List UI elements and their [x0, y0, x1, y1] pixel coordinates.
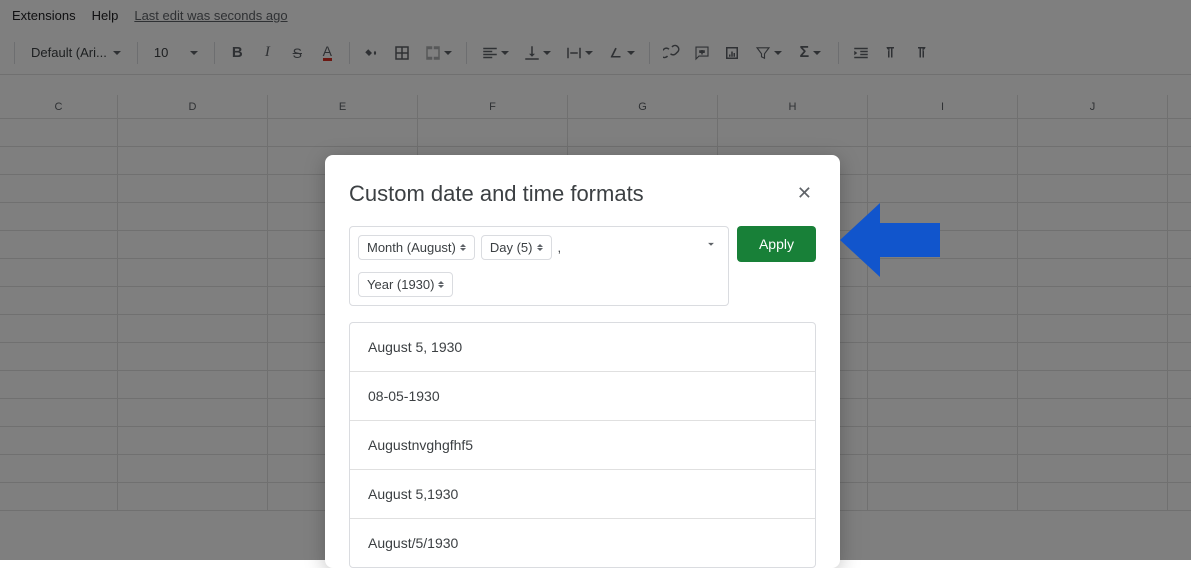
font-family-label: Default (Ari...: [31, 45, 107, 60]
fill-color-button[interactable]: [358, 39, 386, 67]
format-preset-item[interactable]: August 5,1930: [350, 470, 815, 519]
column-header[interactable]: H: [718, 95, 868, 118]
column-header[interactable]: J: [1018, 95, 1168, 118]
year-token[interactable]: Year (1930): [358, 272, 453, 297]
separator: [214, 42, 215, 64]
column-header[interactable]: D: [118, 95, 268, 118]
menu-extensions[interactable]: Extensions: [12, 8, 76, 23]
font-size-select[interactable]: 10: [146, 45, 206, 60]
functions-button[interactable]: Σ: [790, 39, 830, 67]
sort-icon: [537, 244, 543, 251]
apply-button[interactable]: Apply: [737, 226, 816, 262]
day-token[interactable]: Day (5): [481, 235, 552, 260]
text-wrapping-button[interactable]: [559, 39, 599, 67]
chevron-down-icon: [190, 51, 198, 55]
chevron-down-icon: [585, 51, 593, 55]
column-headers: C D E F G H I J: [0, 95, 1191, 119]
separator: [349, 42, 350, 64]
separator: [137, 42, 138, 64]
separator: [466, 42, 467, 64]
year-token-label: Year (1930): [367, 277, 434, 292]
toolbar: Default (Ari... 10 B I S A Σ: [0, 31, 1191, 75]
column-header[interactable]: G: [568, 95, 718, 118]
ltr-button[interactable]: [877, 39, 905, 67]
sort-icon: [460, 244, 466, 251]
literal-comma: ,: [558, 240, 562, 255]
close-icon[interactable]: ✕: [793, 179, 816, 208]
italic-button[interactable]: I: [253, 39, 281, 67]
insert-chart-button[interactable]: [718, 39, 746, 67]
separator: [649, 42, 650, 64]
add-token-dropdown[interactable]: [704, 237, 718, 256]
format-preset-item[interactable]: 08-05-1930: [350, 372, 815, 421]
column-header[interactable]: I: [868, 95, 1018, 118]
vertical-align-button[interactable]: [517, 39, 557, 67]
bold-button[interactable]: B: [223, 39, 251, 67]
separator: [14, 42, 15, 64]
format-preset-item[interactable]: August 5, 1930: [350, 323, 815, 372]
column-header[interactable]: E: [268, 95, 418, 118]
text-rotation-button[interactable]: [601, 39, 641, 67]
menu-help[interactable]: Help: [92, 8, 119, 23]
month-token-label: Month (August): [367, 240, 456, 255]
day-token-label: Day (5): [490, 240, 533, 255]
chevron-down-icon: [543, 51, 551, 55]
format-token-input[interactable]: Month (August) Day (5) , Year (1930): [349, 226, 729, 306]
custom-date-time-dialog: Custom date and time formats ✕ Month (Au…: [325, 155, 840, 568]
month-token[interactable]: Month (August): [358, 235, 475, 260]
column-header[interactable]: F: [418, 95, 568, 118]
annotation-arrow-icon: [835, 185, 945, 300]
decrease-indent-button[interactable]: [847, 39, 875, 67]
horizontal-align-button[interactable]: [475, 39, 515, 67]
separator: [838, 42, 839, 64]
font-family-select[interactable]: Default (Ari...: [23, 45, 129, 60]
chevron-down-icon: [444, 51, 452, 55]
menubar: Extensions Help Last edit was seconds ag…: [0, 0, 1191, 31]
insert-comment-button[interactable]: [688, 39, 716, 67]
chevron-down-icon: [813, 51, 821, 55]
sort-icon: [438, 281, 444, 288]
strikethrough-button[interactable]: S: [283, 39, 311, 67]
text-color-button[interactable]: A: [313, 39, 341, 67]
column-header[interactable]: C: [0, 95, 118, 118]
filter-button[interactable]: [748, 39, 788, 67]
borders-button[interactable]: [388, 39, 416, 67]
last-edit-link[interactable]: Last edit was seconds ago: [134, 8, 287, 23]
rtl-button[interactable]: [907, 39, 935, 67]
font-size-label: 10: [154, 45, 168, 60]
chevron-down-icon: [774, 51, 782, 55]
chevron-down-icon: [627, 51, 635, 55]
format-preset-list[interactable]: August 5, 1930 08-05-1930 Augustnvghgfhf…: [349, 322, 816, 568]
chevron-down-icon: [113, 51, 121, 55]
format-preset-item[interactable]: Augustnvghgfhf5: [350, 421, 815, 470]
insert-link-button[interactable]: [658, 39, 686, 67]
chevron-down-icon: [501, 51, 509, 55]
merge-cells-button[interactable]: [418, 39, 458, 67]
dialog-title: Custom date and time formats: [349, 181, 644, 207]
